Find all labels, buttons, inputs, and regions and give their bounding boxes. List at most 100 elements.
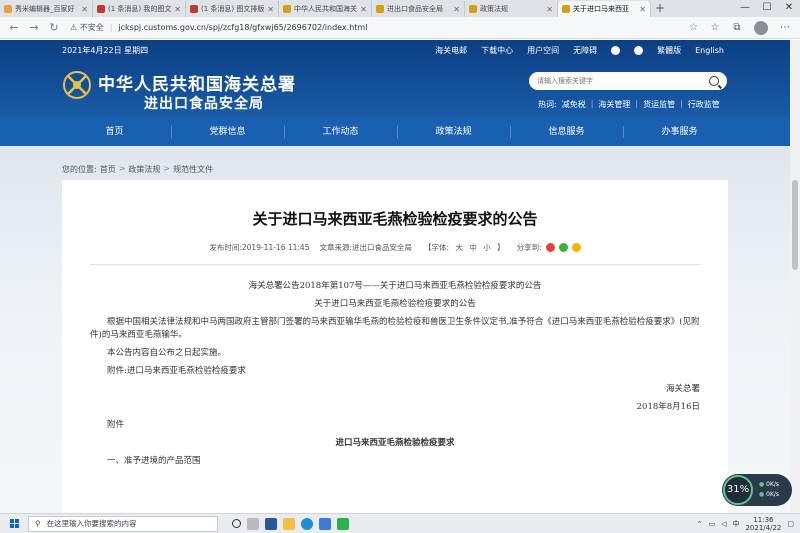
browser-tab[interactable]: 秀米编辑器_百家好 ✕: [0, 1, 93, 17]
volume-icon[interactable]: ◁: [721, 520, 726, 528]
tab-close-icon[interactable]: ✕: [546, 5, 553, 14]
reload-icon[interactable]: ↻: [44, 21, 64, 34]
article-paragraph: 进口马来西亚毛燕检验检疫要求: [335, 438, 455, 448]
tab-favicon-icon: [376, 5, 384, 13]
clock[interactable]: 11:36 2021/4/22: [745, 516, 781, 532]
tab-favicon-icon: [190, 5, 198, 13]
network-speed-widget[interactable]: 31% 0K/s 0K/s: [722, 474, 792, 506]
extensions-icon[interactable]: ⧉: [726, 22, 748, 33]
new-tab-button[interactable]: +: [651, 1, 669, 17]
wechat-icon[interactable]: [634, 46, 644, 55]
taskbar-search[interactable]: ⚲ 在这里输入你要搜索的内容: [28, 515, 218, 532]
hot-words-label: 热词:: [538, 100, 557, 109]
tab-close-icon[interactable]: ✕: [453, 5, 460, 14]
article-paragraph: 附件: [107, 420, 125, 430]
article-paragraph: 一、准予进境的产品范围: [107, 456, 201, 466]
system-tray: ⌃ ▭ ◁ 中 11:36 2021/4/22 ▢: [697, 516, 800, 532]
breadcrumb-policies[interactable]: 政策法规: [128, 164, 160, 175]
tray-arrow-icon[interactable]: ⌃: [697, 520, 703, 528]
profile-avatar[interactable]: [754, 20, 768, 35]
article-paragraph: 海关总署: [665, 384, 700, 394]
breadcrumb-home[interactable]: 首页: [100, 164, 116, 175]
favorite-star-icon[interactable]: ☆: [689, 22, 698, 33]
more-menu-icon[interactable]: ⋯: [774, 22, 796, 33]
edge-icon[interactable]: [301, 517, 313, 530]
wechat-share-icon[interactable]: [558, 243, 568, 252]
nav-policies[interactable]: 政策法规: [397, 118, 510, 146]
browser-tab[interactable]: 进出口食品安全局 ✕: [372, 1, 465, 17]
font-size-small[interactable]: 小: [483, 243, 491, 252]
tab-title: 中华人民共和国海关: [294, 5, 357, 13]
word-icon[interactable]: [265, 517, 277, 530]
browser-tab[interactable]: 政策法规 ✕: [465, 1, 558, 17]
tab-close-icon[interactable]: ✕: [639, 5, 646, 14]
cortana-icon[interactable]: [232, 519, 241, 528]
nav-info-services[interactable]: 信息服务: [510, 118, 623, 146]
tab-close-icon[interactable]: ✕: [360, 5, 367, 14]
article-paragraph: 根据中国相关法律法规和中马两国政府主管部门签署的马来西亚输华毛燕的检验检疫和兽医…: [90, 317, 700, 340]
font-size-large[interactable]: 大: [455, 243, 463, 252]
top-link-email[interactable]: 海关电邮: [435, 45, 467, 56]
hot-word[interactable]: 海关管理: [598, 99, 630, 110]
ime-indicator[interactable]: 中: [732, 519, 739, 529]
qzone-share-icon[interactable]: [571, 243, 581, 252]
top-link-user-space[interactable]: 用户空间: [527, 45, 559, 56]
address-bar[interactable]: ⚠ 不安全 | jckspj.customs.gov.cn/spj/zcfg18…: [70, 20, 698, 36]
hot-word[interactable]: 减免税: [562, 99, 586, 110]
file-explorer-icon[interactable]: [283, 517, 295, 530]
vertical-scrollbar[interactable]: [790, 40, 800, 513]
article-paragraph: 本公告内容自公布之日起实施。: [107, 348, 227, 358]
lang-english[interactable]: English: [695, 46, 724, 55]
font-size-medium[interactable]: 中: [469, 243, 477, 252]
divider: [90, 264, 700, 265]
tab-close-icon[interactable]: ✕: [174, 5, 181, 14]
browser-tab[interactable]: (1 条消息) 图文排版 ✕: [186, 1, 279, 17]
task-view-icon[interactable]: [247, 517, 259, 530]
minimize-button[interactable]: —: [734, 0, 756, 17]
weibo-icon[interactable]: [611, 46, 621, 55]
close-window-button[interactable]: ✕: [778, 0, 800, 17]
network-icon[interactable]: ▭: [708, 520, 715, 528]
photos-icon[interactable]: [319, 517, 331, 530]
nav-online-services[interactable]: 办事服务: [623, 118, 736, 146]
top-link-accessibility[interactable]: 无障碍: [573, 45, 597, 56]
tab-close-icon[interactable]: ✕: [81, 5, 88, 14]
browser-tab[interactable]: (1 条消息) 我的图文 ✕: [93, 1, 186, 17]
browser-tab[interactable]: 中华人民共和国海关 ✕: [279, 1, 372, 17]
hot-word[interactable]: 货运监管: [643, 99, 675, 110]
taskbar-apps: [232, 517, 349, 530]
top-link-download[interactable]: 下载中心: [481, 45, 513, 56]
back-arrow-icon[interactable]: ←: [4, 21, 24, 34]
tab-favicon-icon: [562, 5, 570, 13]
article-body: 海关总署公告2018年第107号——关于进口马来西亚毛燕检验检疫要求的公告 关于进…: [90, 280, 700, 473]
tab-favicon-icon: [283, 5, 291, 13]
notification-icon[interactable]: ▢: [787, 520, 794, 528]
nav-home[interactable]: 首页: [58, 118, 171, 146]
weibo-share-icon[interactable]: [545, 243, 555, 252]
site-header: 2021年4月22日 星期四 海关电邮 下载中心 用户空间 无障碍 繁體版 En…: [0, 40, 790, 118]
tab-title: 关于进口马来西亚: [573, 5, 629, 13]
hot-word[interactable]: 行政监管: [688, 99, 720, 110]
wechat-icon[interactable]: [337, 517, 349, 530]
tab-close-icon[interactable]: ✕: [267, 5, 274, 14]
browser-tab[interactable]: 关于进口马来西亚 ✕: [558, 1, 651, 17]
nav-work-news[interactable]: 工作动态: [284, 118, 397, 146]
insecure-warning-icon[interactable]: ⚠ 不安全: [70, 22, 104, 33]
address-toolbar: ← → ↻ ⚠ 不安全 | jckspj.customs.gov.cn/spj/…: [0, 17, 800, 39]
search-icon[interactable]: [709, 76, 719, 86]
start-button[interactable]: [0, 519, 28, 528]
logo-subtitle: 进出口食品安全局: [144, 96, 264, 112]
header-date: 2021年4月22日 星期四: [62, 46, 149, 55]
lang-traditional[interactable]: 繁體版: [657, 45, 681, 56]
maximize-button[interactable]: ☐: [756, 0, 778, 17]
url-text[interactable]: jckspj.customs.gov.cn/spj/zcfg18/gfxwj65…: [118, 23, 367, 32]
nav-party-info[interactable]: 党群信息: [171, 118, 284, 146]
forward-arrow-icon[interactable]: →: [24, 21, 44, 34]
share-label: 分享到:: [516, 243, 542, 252]
collections-icon[interactable]: ☆: [704, 22, 726, 33]
article-paragraph: 2018年8月16日: [636, 402, 700, 412]
search-input[interactable]: [537, 77, 709, 85]
download-speed: 0K/s: [759, 491, 779, 498]
article-paragraph: 附件:进口马来西亚毛燕检验检疫要求: [107, 366, 246, 376]
breadcrumb-normative-docs[interactable]: 规范性文件: [173, 164, 213, 175]
